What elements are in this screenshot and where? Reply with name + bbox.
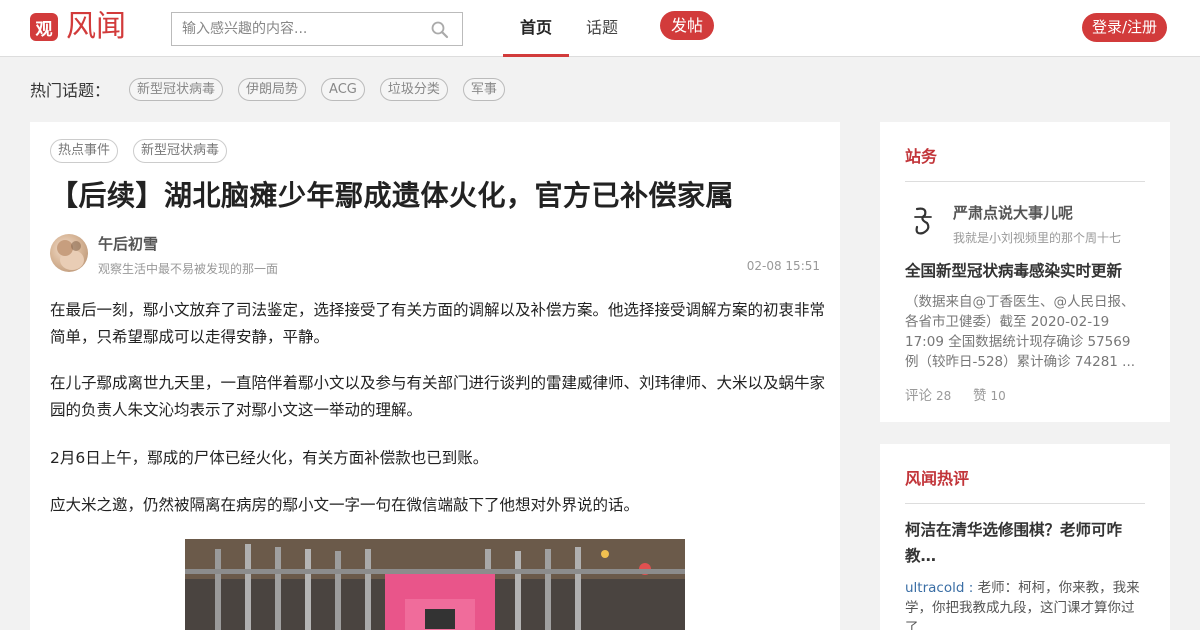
hot-comments-title: 风闻热评 — [905, 469, 970, 488]
login-register-button[interactable]: 登录/注册 — [1082, 13, 1168, 42]
article-card: 热点事件 新型冠状病毒 【后续】湖北脑瘫少年鄢成遗体火化，官方已补偿家属 午后初… — [30, 122, 840, 630]
station-excerpt: （数据来自@丁香医生、@人民日报、各省市卫健委）截至 2020-02-19 17… — [905, 294, 1136, 370]
station-headline[interactable]: 全国新型冠状病毒感染实时更新 — [905, 258, 1150, 284]
hot-topic-chip[interactable]: 垃圾分类 — [379, 77, 448, 101]
article-paragraph: 在最后一刻，鄢小文放弃了司法鉴定，选择接受了有关方面的调解以及补偿方案。他选择接… — [50, 301, 826, 346]
article-title: 【后续】湖北脑瘫少年鄢成遗体火化，官方已补偿家属 — [50, 179, 735, 212]
hot-topics-label: 热门话题： — [30, 81, 111, 100]
avatar-image — [57, 240, 84, 270]
article-tag[interactable]: 热点事件 — [50, 139, 119, 163]
article-photo — [185, 539, 685, 630]
comment-username[interactable]: ultracold — [905, 580, 964, 596]
search-input[interactable] — [172, 13, 422, 45]
divider — [905, 503, 1145, 504]
top-header: 观 风闻 首页 话题 发帖 登录/注册 — [0, 0, 1200, 57]
site-logo[interactable]: 观 风闻 — [30, 9, 126, 45]
channel-name[interactable]: 严肃点说大事儿呢 — [953, 202, 1073, 223]
search-icon[interactable] — [430, 20, 450, 40]
tab-home[interactable]: 首页 — [503, 0, 569, 57]
author-avatar[interactable] — [50, 234, 88, 272]
article-photo-graphic — [185, 539, 685, 630]
like-count[interactable]: 赞 10 — [973, 384, 1006, 404]
hot-topic-chip[interactable]: 军事 — [462, 77, 505, 101]
hot-comment-headline[interactable]: 柯洁在清华选修围棋？老师可咋教… — [905, 517, 1150, 569]
comment-separator: : — [964, 580, 978, 596]
article-tag[interactable]: 新型冠状病毒 — [133, 139, 228, 163]
article-paragraph: 应大米之邀，仍然被隔离在病房的鄢小文一字一句在微信端敲下了他想对外界说的话。 — [50, 496, 640, 514]
logo-text: 风闻 — [66, 9, 126, 44]
comment-count-label: 评论 — [905, 388, 932, 404]
logo-badge: 观 — [30, 13, 58, 41]
post-button[interactable]: 发帖 — [660, 11, 715, 40]
hot-topics-bar: 热门话题： 新型冠状病毒 伊朗局势 ACG 垃圾分类 军事 — [30, 77, 505, 101]
divider — [905, 181, 1145, 182]
article-tags: 热点事件 新型冠状病毒 — [50, 139, 242, 163]
station-title: 站务 — [905, 147, 938, 166]
hot-topic-chip[interactable]: 伊朗局势 — [238, 77, 307, 101]
comment-count[interactable]: 评论 28 — [905, 384, 951, 404]
comment-count-value: 28 — [936, 389, 952, 403]
article-paragraph: 在儿子鄢成离世九天里，一直陪伴着鄢小文以及参与有关部门进行谈判的雷建威律师、刘玮… — [50, 374, 826, 419]
tab-topics[interactable]: 话题 — [576, 0, 628, 57]
channel-description: 我就是小刘视频里的那个周十七 — [953, 231, 1122, 245]
hot-topic-chip[interactable]: 新型冠状病毒 — [129, 77, 224, 101]
station-card: 站务 严肃点说大事儿呢 我就是小刘视频里的那个周十七 全国新型冠状病毒感染实时更… — [880, 122, 1170, 422]
hot-topic-chip[interactable]: ACG — [321, 77, 365, 101]
like-count-value: 10 — [990, 389, 1006, 403]
post-timestamp: 02-08 15:51 — [746, 259, 820, 273]
channel-logo-icon[interactable] — [905, 203, 941, 239]
author-name[interactable]: 午后初雪 — [98, 233, 158, 254]
article-paragraph: 2月6日上午，鄢成的尸体已经火化，有关方面补偿款也已到账。 — [50, 449, 489, 467]
author-bio: 观察生活中最不易被发现的那一面 — [98, 262, 279, 276]
hot-comment-body: ultracold : 老师：柯柯，你来教，我来学，你把我教成九段，这门课才算你… — [905, 578, 1145, 630]
search-box — [171, 12, 463, 46]
like-count-label: 赞 — [973, 388, 987, 404]
hot-comments-card: 风闻热评 柯洁在清华选修围棋？老师可咋教… ultracold : 老师：柯柯，… — [880, 444, 1170, 630]
